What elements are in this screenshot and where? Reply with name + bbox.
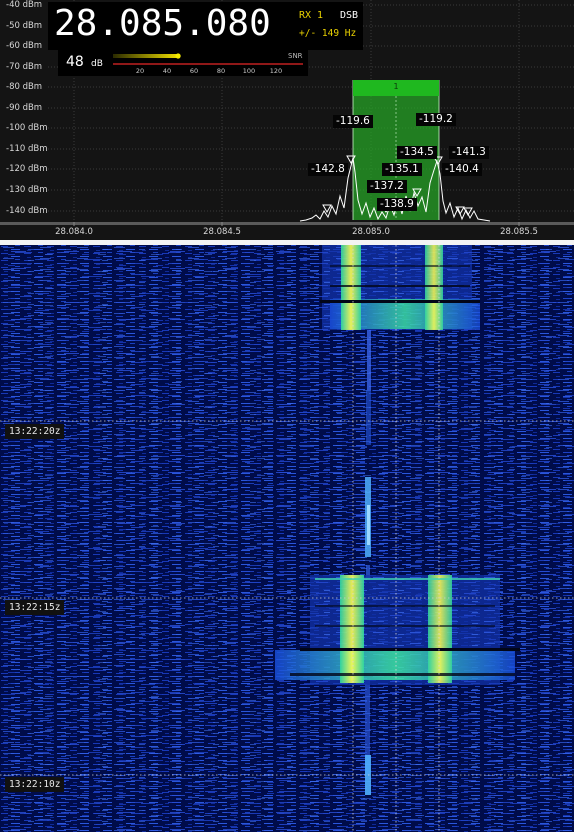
vfo-frequency[interactable]: 28.085.080 xyxy=(54,4,271,44)
peak-label: -140.4 xyxy=(442,163,482,176)
peak-label: -135.1 xyxy=(382,163,422,176)
peak-label: -141.3 xyxy=(449,146,489,159)
dbm-label: -90 dBm xyxy=(6,103,43,113)
dbm-label: -140 dBm xyxy=(6,206,48,216)
snr-scale-tick: 20 xyxy=(135,67,145,75)
rx-passband-number: 1 xyxy=(393,82,399,91)
snr-level-indicator xyxy=(175,53,181,59)
rx-passband-handle[interactable]: 1 xyxy=(353,80,439,96)
peak-label: -119.2 xyxy=(416,113,456,126)
spectrum-display[interactable]: -40 dBm -50 dBm -60 dBm -70 dBm -80 dBm … xyxy=(0,0,574,240)
snr-bar xyxy=(113,53,303,65)
dbm-label: -100 dBm xyxy=(6,123,48,133)
freq-tick-label: 28.084.0 xyxy=(55,227,93,237)
snr-meter: 48 dB SNR 20 40 60 80 100 120 xyxy=(58,50,308,76)
peak-label: -138.9 xyxy=(377,198,417,211)
snr-scale-tick: 40 xyxy=(162,67,172,75)
waterfall-timestamp: 13:22:15z xyxy=(5,600,65,615)
mode-selector[interactable]: DSB xyxy=(340,10,358,21)
snr-unit: dB xyxy=(91,59,103,69)
peak-label: -134.5 xyxy=(397,146,437,159)
peak-label: -137.2 xyxy=(367,180,407,193)
dbm-label: -50 dBm xyxy=(6,21,43,31)
freq-tick-label: 28.084.5 xyxy=(203,227,241,237)
snr-scale-tick: 60 xyxy=(189,67,199,75)
freq-tick-label: 28.085.0 xyxy=(352,227,390,237)
dbm-label: -40 dBm xyxy=(6,0,43,10)
peak-label: -119.6 xyxy=(333,115,373,128)
bandwidth-readout: +/- 149 Hz xyxy=(299,28,357,39)
snr-bar-fill xyxy=(113,54,179,58)
snr-value: 48 xyxy=(66,54,84,70)
dbm-label: -130 dBm xyxy=(6,185,48,195)
freq-tick-label: 28.085.5 xyxy=(500,227,538,237)
waterfall-timestamp: 13:22:20z xyxy=(5,424,65,439)
vfo-display[interactable]: 28.085.080 RX 1 DSB +/- 149 Hz xyxy=(48,2,363,50)
snr-scale-tick: 100 xyxy=(242,67,256,75)
snr-scale-tick: 120 xyxy=(269,67,283,75)
sdr-receiver-window: -40 dBm -50 dBm -60 dBm -70 dBm -80 dBm … xyxy=(0,0,574,832)
snr-scale-tick: 80 xyxy=(216,67,226,75)
snr-label: SNR xyxy=(288,52,303,60)
waterfall-display[interactable]: 13:22:20z 13:22:15z 13:22:10z xyxy=(0,245,574,832)
dbm-label: -80 dBm xyxy=(6,82,43,92)
dbm-label: -110 dBm xyxy=(6,144,48,154)
peak-label: -142.8 xyxy=(308,163,348,176)
waterfall-canvas xyxy=(0,245,574,832)
dbm-label: -120 dBm xyxy=(6,164,48,174)
rx-selector[interactable]: RX 1 xyxy=(299,10,323,21)
dbm-label: -70 dBm xyxy=(6,62,43,72)
dbm-label: -60 dBm xyxy=(6,41,43,51)
waterfall-timestamp: 13:22:10z xyxy=(5,777,65,792)
